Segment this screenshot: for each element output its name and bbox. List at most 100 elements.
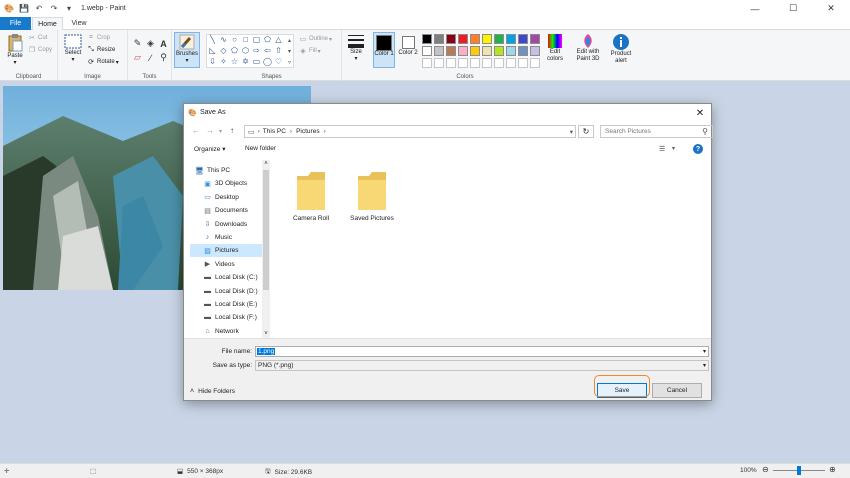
maximize-button[interactable]: ☐ — [774, 0, 812, 17]
color-swatch[interactable] — [494, 34, 504, 44]
custom-color-swatch[interactable] — [470, 58, 480, 68]
color-swatch[interactable] — [446, 34, 456, 44]
recent-locations-icon[interactable]: ▾ — [219, 128, 222, 135]
color-swatch[interactable] — [506, 34, 516, 44]
color-swatch[interactable] — [494, 46, 504, 56]
color-swatch[interactable] — [446, 46, 456, 56]
color-swatch[interactable] — [470, 34, 480, 44]
undo-icon[interactable]: ↶ — [33, 3, 45, 15]
search-input[interactable]: Search Pictures ⚲ — [600, 125, 713, 138]
color-swatch[interactable] — [518, 46, 528, 56]
zoom-slider-thumb[interactable] — [797, 466, 801, 475]
color-swatch[interactable] — [422, 34, 432, 44]
save-icon[interactable]: 💾 — [18, 3, 30, 15]
breadcrumb[interactable]: ▭ › This PC › Pictures › ▾ — [244, 125, 576, 138]
redo-icon[interactable]: ↷ — [48, 3, 60, 15]
color-picker-icon[interactable]: ⁄ — [145, 52, 156, 63]
breadcrumb-this-pc[interactable]: This PC — [263, 128, 286, 135]
size-button[interactable]: Size ▾ — [344, 33, 368, 62]
help-button[interactable]: ? — [693, 144, 703, 154]
custom-color-swatch[interactable] — [422, 58, 432, 68]
cancel-button[interactable]: Cancel — [652, 383, 702, 398]
up-arrow-shape-icon[interactable]: ⇧ — [274, 46, 283, 55]
zoom-in-button[interactable]: ⊕ — [829, 465, 836, 474]
tab-home[interactable]: Home — [32, 17, 63, 31]
eraser-icon[interactable]: ▱ — [132, 52, 143, 63]
edit-colors-button[interactable]: Edit colors — [542, 33, 568, 63]
oval-callout-shape-icon[interactable]: ◯ — [263, 57, 272, 66]
right-arrow-shape-icon[interactable]: ⇨ — [252, 46, 261, 55]
nav-scrollbar[interactable]: ˄ ˅ — [262, 160, 270, 338]
dialog-close-button[interactable]: ✕ — [693, 106, 707, 120]
color-swatch[interactable] — [482, 46, 492, 56]
new-folder-button[interactable]: New folder — [245, 145, 276, 152]
curve-shape-icon[interactable]: ∿ — [219, 35, 228, 44]
color-swatch[interactable] — [458, 34, 468, 44]
customize-quick-access-icon[interactable]: ▾ — [63, 3, 75, 15]
breadcrumb-pictures[interactable]: Pictures — [296, 128, 319, 135]
custom-color-swatch[interactable] — [530, 58, 540, 68]
nav-item-local-disk-f[interactable]: ▬ Local Disk (F:) — [190, 311, 262, 324]
select-button[interactable]: Select ▾ — [62, 34, 84, 63]
nav-item-local-disk-e[interactable]: ▬ Local Disk (E:) — [190, 298, 262, 311]
magnifier-icon[interactable]: ⚲ — [158, 52, 169, 63]
zoom-slider[interactable] — [773, 466, 825, 475]
paste-button[interactable]: Paste ▾ — [4, 33, 26, 66]
color2-button[interactable]: Color 2 — [397, 32, 419, 68]
forward-arrow-icon[interactable]: → — [206, 126, 214, 135]
nav-item-local-disk-c[interactable]: ▬ Local Disk (C:) — [190, 271, 262, 284]
refresh-icon[interactable]: ↻ — [578, 125, 594, 138]
fill-bucket-icon[interactable]: ◈ — [145, 38, 156, 49]
line-shape-icon[interactable]: ╲ — [208, 35, 217, 44]
view-dropdown-icon[interactable]: ▾ — [672, 145, 675, 152]
file-name-dropdown-icon[interactable]: ▾ — [703, 348, 706, 355]
heart-shape-icon[interactable]: ♡ — [274, 57, 283, 66]
organize-button[interactable]: Organize ▾ — [194, 145, 225, 153]
text-tool-icon[interactable]: A — [158, 38, 169, 49]
nav-item-desktop[interactable]: ▭ Desktop — [190, 191, 262, 204]
custom-color-swatch[interactable] — [494, 58, 504, 68]
nav-scroll-down-icon[interactable]: ˅ — [262, 330, 270, 338]
tab-file[interactable]: File — [0, 17, 31, 30]
pencil-icon[interactable]: ✎ — [132, 38, 143, 49]
folder-item[interactable]: Saved Pictures — [346, 168, 398, 222]
color-swatch[interactable] — [434, 34, 444, 44]
color-swatch[interactable] — [458, 46, 468, 56]
custom-color-swatch[interactable] — [482, 58, 492, 68]
oval-shape-icon[interactable]: ○ — [230, 35, 239, 44]
custom-color-swatch[interactable] — [446, 58, 456, 68]
nav-item-3d-objects[interactable]: ▣ 3D Objects — [190, 177, 262, 190]
polygon-shape-icon[interactable]: ⬠ — [263, 35, 272, 44]
down-arrow-shape-icon[interactable]: ⇩ — [208, 57, 217, 66]
minimize-button[interactable]: — — [736, 0, 774, 17]
back-arrow-icon[interactable]: ← — [192, 126, 200, 135]
resize-button[interactable]: ⤡ Resize — [87, 46, 115, 54]
shapes-scroll-down-icon[interactable]: ▾ — [285, 47, 294, 56]
save-as-type-select[interactable]: PNG (*.png) ▾ — [255, 360, 709, 371]
file-name-input[interactable]: 1.png ▾ — [255, 346, 709, 357]
address-dropdown-icon[interactable]: ▾ — [570, 128, 573, 136]
product-alert-button[interactable]: Product alert — [607, 33, 635, 65]
right-triangle-shape-icon[interactable]: ◺ — [208, 46, 217, 55]
color-swatch[interactable] — [434, 46, 444, 56]
brushes-button[interactable]: Brushes ▾ — [174, 32, 200, 68]
color1-button[interactable]: Color 1 — [373, 32, 395, 68]
triangle-shape-icon[interactable]: △ — [274, 35, 283, 44]
five-point-star-shape-icon[interactable]: ☆ — [230, 57, 239, 66]
hexagon-shape-icon[interactable]: ⬡ — [241, 46, 250, 55]
custom-color-swatch[interactable] — [518, 58, 528, 68]
nav-item-downloads[interactable]: ⇩ Downloads — [190, 218, 262, 231]
copy-button[interactable]: ❐ Copy — [28, 46, 52, 54]
six-point-star-shape-icon[interactable]: ✡ — [241, 57, 250, 66]
crop-button[interactable]: ⌗ Crop — [87, 34, 110, 42]
custom-color-swatch[interactable] — [434, 58, 444, 68]
nav-scroll-up-icon[interactable]: ˄ — [262, 160, 270, 168]
rounded-rectangle-shape-icon[interactable]: ▢ — [252, 35, 261, 44]
folder-item[interactable]: Camera Roll — [285, 168, 337, 222]
nav-item-videos[interactable]: ▶ Videos — [190, 258, 262, 271]
callout-shape-icon[interactable]: ▭ — [252, 57, 261, 66]
pentagon-shape-icon[interactable]: ⬠ — [230, 46, 239, 55]
tab-view[interactable]: View — [66, 17, 92, 30]
nav-item-local-disk-d[interactable]: ▬ Local Disk (D:) — [190, 285, 262, 298]
view-options-icon[interactable]: ☰ — [659, 145, 665, 153]
